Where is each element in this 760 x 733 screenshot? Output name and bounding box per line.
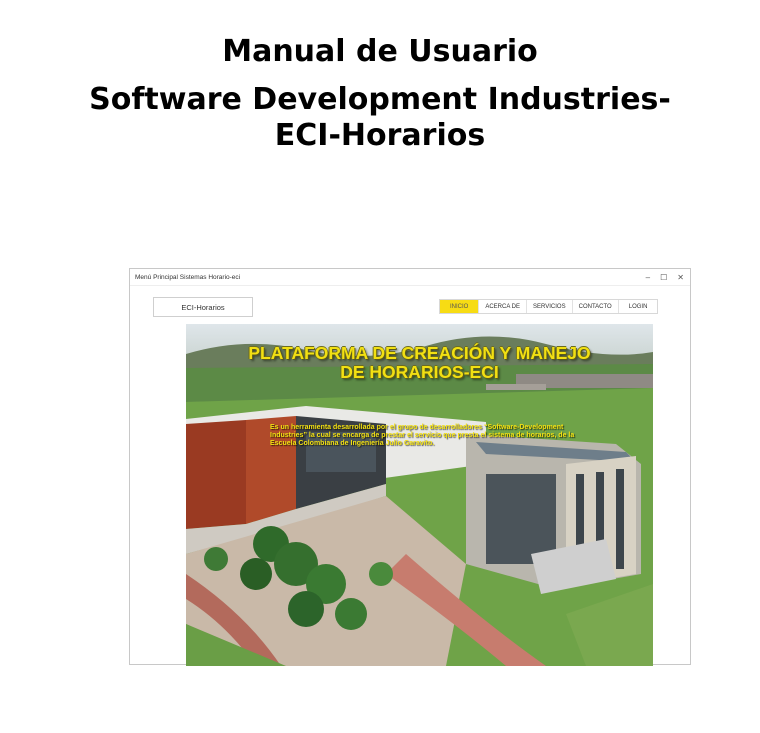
minimize-icon[interactable]: – — [646, 273, 650, 282]
main-nav: INICIO ACERCA DE SERVICIOS CONTACTO LOGI… — [439, 299, 659, 314]
maximize-icon[interactable]: ☐ — [660, 273, 667, 282]
app-logo[interactable]: ECI-Horarios — [153, 297, 253, 317]
document-subtitle: Software Development Industries- — [89, 82, 671, 117]
hero-description: Es un herramienta desarrollada por el gr… — [270, 424, 575, 447]
nav-servicios[interactable]: SERVICIOS — [527, 300, 573, 313]
close-icon[interactable]: ✕ — [677, 273, 684, 282]
hero-banner: PLATAFORMA DE CREACIÓN Y MANEJO DE HORAR… — [186, 324, 653, 666]
nav-acerca-de[interactable]: ACERCA DE — [479, 300, 528, 313]
hero-title-line1: PLATAFORMA DE CREACIÓN Y MANEJO — [248, 343, 591, 363]
window-controls: – ☐ ✕ — [646, 273, 684, 282]
nav-login[interactable]: LOGIN — [619, 300, 658, 313]
hero-title: PLATAFORMA DE CREACIÓN Y MANEJO DE HORAR… — [186, 344, 653, 382]
window-title: Menú Principal Sistemas Horario-eci — [135, 273, 241, 281]
hero-title-line2: DE HORARIOS-ECI — [340, 362, 499, 382]
nav-inicio[interactable]: INICIO — [440, 300, 480, 313]
document-subtitle-2: ECI-Horarios — [274, 118, 486, 153]
nav-contacto[interactable]: CONTACTO — [573, 300, 619, 313]
app-window: Menú Principal Sistemas Horario-eci – ☐ … — [129, 268, 691, 666]
window-titlebar[interactable]: Menú Principal Sistemas Horario-eci – ☐ … — [130, 269, 690, 286]
document-title: Manual de Usuario — [222, 34, 538, 69]
